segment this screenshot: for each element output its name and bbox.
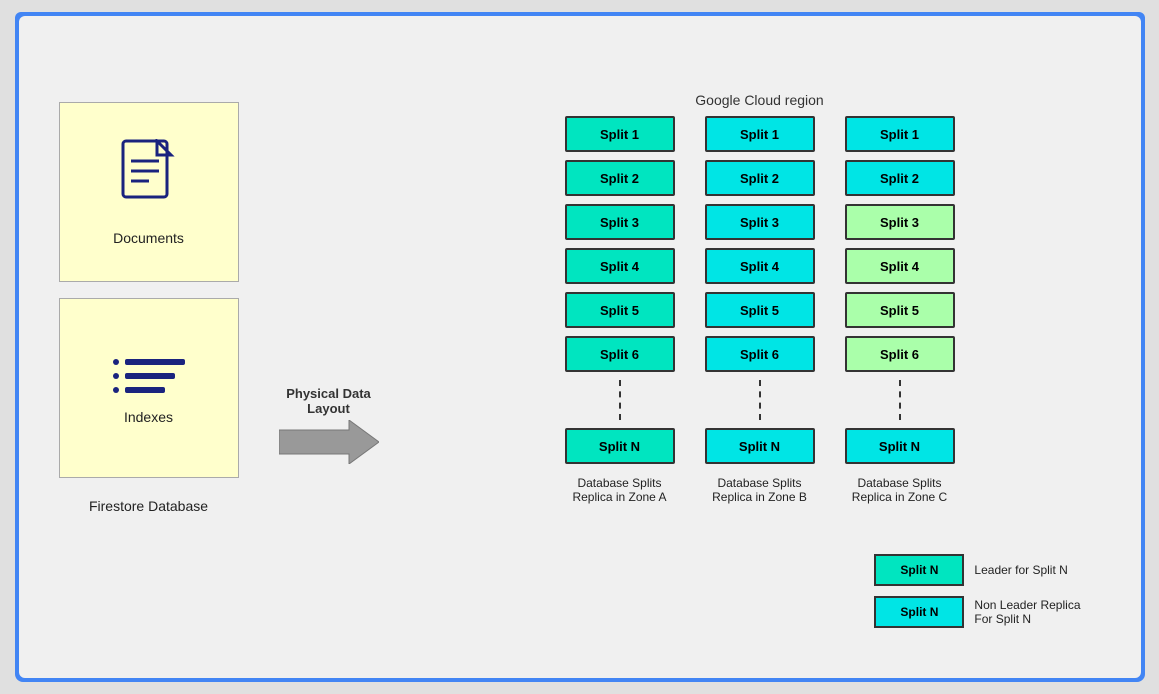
zone-a-split-5: Split 5 [565, 292, 675, 328]
indexes-label: Indexes [124, 409, 173, 425]
zone-a-label: Database SplitsReplica in Zone A [572, 476, 666, 504]
region-label: Google Cloud region [399, 92, 1121, 108]
zone-c-split-4: Split 4 [845, 248, 955, 284]
zone-b-column: Split 1 Split 2 Split 3 Split 4 Split 5 … [705, 116, 815, 504]
zone-c-split-n: Split N [845, 428, 955, 464]
firestore-title: Firestore Database [89, 498, 208, 514]
outer-frame: Google Cloud [15, 12, 1145, 682]
arrow-label: Physical DataLayout [286, 386, 371, 416]
document-icon [119, 139, 179, 222]
legend-leader-box: Split N [874, 554, 964, 586]
zone-c-dashed-line [899, 380, 901, 420]
zone-a-split-2: Split 2 [565, 160, 675, 196]
zone-a-split-4: Split 4 [565, 248, 675, 284]
zone-b-dashed-line [759, 380, 761, 420]
zone-c-split-3: Split 3 [845, 204, 955, 240]
zone-a-split-6: Split 6 [565, 336, 675, 372]
legend-leader-text: Leader for Split N [974, 563, 1067, 577]
documents-box: Documents [59, 102, 239, 282]
legend-non-leader-text: Non Leader ReplicaFor Split N [974, 598, 1080, 626]
left-panel: Documents Indexes Firestore Database [39, 92, 259, 658]
zone-a-split-3: Split 3 [565, 204, 675, 240]
right-panel: Google Cloud region Split 1 Split 2 Spli… [399, 92, 1121, 658]
inner-frame: Documents Indexes Firestore Database Phy… [19, 16, 1141, 678]
arrow-shape [279, 420, 379, 464]
legend-non-leader: Split N Non Leader ReplicaFor Split N [874, 596, 1080, 628]
zone-c-label: Database SplitsReplica in Zone C [852, 476, 947, 504]
zone-b-split-2: Split 2 [705, 160, 815, 196]
zone-b-split-1: Split 1 [705, 116, 815, 152]
content-area: Documents Indexes Firestore Database Phy… [39, 92, 1121, 658]
zone-b-split-4: Split 4 [705, 248, 815, 284]
legend-leader: Split N Leader for Split N [874, 554, 1080, 586]
zone-b-split-6: Split 6 [705, 336, 815, 372]
zone-c-column: Split 1 Split 2 Split 3 Split 4 Split 5 … [845, 116, 955, 504]
splits-container: Split 1 Split 2 Split 3 Split 4 Split 5 … [399, 116, 1121, 504]
indexes-box: Indexes [59, 298, 239, 478]
legend-non-leader-box: Split N [874, 596, 964, 628]
zone-b-split-3: Split 3 [705, 204, 815, 240]
zone-c-split-2: Split 2 [845, 160, 955, 196]
zone-c-split-5: Split 5 [845, 292, 955, 328]
zone-c-split-6: Split 6 [845, 336, 955, 372]
zone-b-label: Database SplitsReplica in Zone B [712, 476, 807, 504]
index-icon [105, 351, 193, 401]
zone-a-dashed-line [619, 380, 621, 420]
arrow-area: Physical DataLayout [259, 92, 399, 658]
zone-b-split-5: Split 5 [705, 292, 815, 328]
legend: Split N Leader for Split N Split N Non L… [874, 554, 1080, 628]
documents-label: Documents [113, 230, 184, 246]
zone-b-split-n: Split N [705, 428, 815, 464]
zone-a-split-1: Split 1 [565, 116, 675, 152]
zone-a-column: Split 1 Split 2 Split 3 Split 4 Split 5 … [565, 116, 675, 504]
zone-a-split-n: Split N [565, 428, 675, 464]
zone-c-split-1: Split 1 [845, 116, 955, 152]
